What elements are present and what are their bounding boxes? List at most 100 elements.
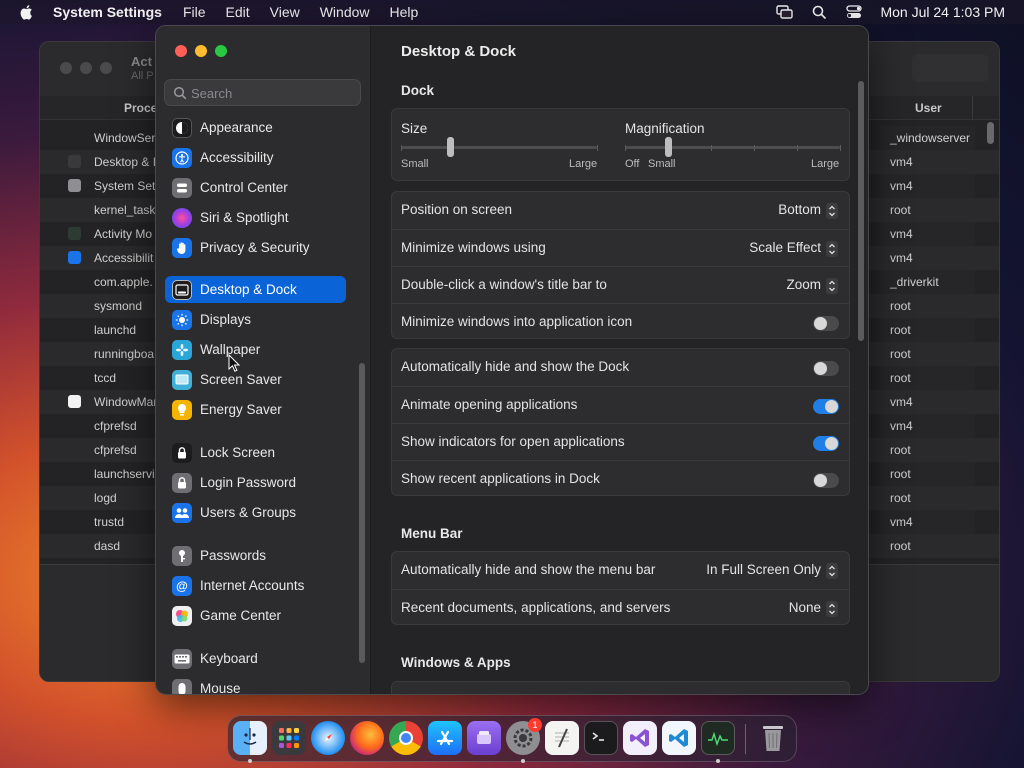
maximize-button[interactable] xyxy=(215,45,227,57)
sidebar-item-label: Appearance xyxy=(200,120,273,135)
menubar-autohide-stepper[interactable] xyxy=(826,563,838,579)
position-popup-stepper[interactable] xyxy=(826,203,838,219)
sidebar-item-wallpaper[interactable]: Wallpaper xyxy=(165,336,346,363)
app-store-icon[interactable] xyxy=(428,721,462,755)
show-indicators-toggle[interactable] xyxy=(813,436,839,451)
sidebar-scrollbar[interactable] xyxy=(359,363,365,663)
sidebar-item-login-password[interactable]: Login Password xyxy=(165,469,346,496)
menubar-autohide-row[interactable]: Automatically hide and show the menu bar… xyxy=(392,552,849,589)
sidebar-item-accessibility[interactable]: Accessibility xyxy=(165,144,346,171)
minimize-into-icon-toggle[interactable] xyxy=(813,316,839,331)
sidebar-item-desktop-dock[interactable]: Desktop & Dock xyxy=(165,276,346,303)
sidebar-item-keyboard[interactable]: Keyboard xyxy=(165,645,346,672)
sidebar-item-lock-screen[interactable]: Lock Screen xyxy=(165,439,346,466)
game-center-icon xyxy=(172,605,192,626)
sidebar-item-appearance[interactable]: Appearance xyxy=(165,114,346,141)
double-click-popup-stepper[interactable] xyxy=(826,278,838,294)
recent-documents-row[interactable]: Recent documents, applications, and serv… xyxy=(392,589,849,626)
animate-opening-toggle[interactable] xyxy=(813,399,839,414)
double-click-value[interactable]: Zoom xyxy=(786,277,821,292)
menu-help[interactable]: Help xyxy=(390,4,419,20)
minimize-popup-stepper[interactable] xyxy=(826,241,838,257)
apple-menu-icon[interactable] xyxy=(18,3,36,21)
minimize-using-value[interactable]: Scale Effect xyxy=(749,240,821,255)
animate-opening-row: Animate opening applications xyxy=(392,386,849,423)
magnification-slider-track[interactable] xyxy=(625,146,840,149)
finder-icon[interactable] xyxy=(233,721,267,755)
process-name: Activity Mo xyxy=(94,227,153,241)
spotlight-search-icon[interactable] xyxy=(810,4,828,20)
menubar-autohide-value[interactable]: In Full Screen Only xyxy=(706,562,821,577)
process-user: vm4 xyxy=(890,395,913,409)
menu-window[interactable]: Window xyxy=(320,4,370,20)
trash-icon[interactable] xyxy=(756,721,790,755)
size-slider-track[interactable] xyxy=(401,146,597,149)
firefox-icon[interactable] xyxy=(350,721,384,755)
minimize-button[interactable] xyxy=(195,45,207,57)
autohide-dock-toggle[interactable] xyxy=(813,361,839,376)
system-settings-running-indicator xyxy=(521,759,525,763)
textedit-icon[interactable] xyxy=(545,721,579,755)
recent-documents-value[interactable]: None xyxy=(789,600,821,615)
recent-documents-stepper[interactable] xyxy=(826,601,838,617)
app-menu-system-settings[interactable]: System Settings xyxy=(53,4,162,20)
sidebar-item-users-groups[interactable]: Users & Groups xyxy=(165,499,346,526)
terminal-icon[interactable] xyxy=(584,721,618,755)
am-minimize-button[interactable] xyxy=(80,62,92,74)
search-input[interactable] xyxy=(191,84,351,102)
magnification-label: Magnification xyxy=(625,121,705,136)
magnification-slider-thumb[interactable] xyxy=(665,137,672,157)
am-column-user[interactable]: User xyxy=(915,101,942,115)
sidebar-item-privacy-security[interactable]: Privacy & Security xyxy=(165,234,346,261)
control-center-menubar-icon[interactable] xyxy=(845,4,863,20)
am-close-button[interactable] xyxy=(60,62,72,74)
sidebar-item-screen-saver[interactable]: Screen Saver xyxy=(165,366,346,393)
screen-mirroring-icon[interactable] xyxy=(775,4,793,20)
settings-search[interactable] xyxy=(164,79,361,106)
double-click-label: Double-click a window's title bar to xyxy=(401,277,607,292)
am-maximize-button[interactable] xyxy=(100,62,112,74)
am-scrollbar[interactable] xyxy=(987,122,994,144)
sidebar-item-passwords[interactable]: Passwords xyxy=(165,542,346,569)
sidebar-item-game-center[interactable]: Game Center xyxy=(165,602,346,629)
activity-monitor-icon[interactable] xyxy=(701,721,735,755)
minimize-using-row[interactable]: Minimize windows using Scale Effect xyxy=(392,229,849,266)
show-recent-apps-toggle[interactable] xyxy=(813,473,839,488)
process-user: vm4 xyxy=(890,227,913,241)
size-min-label: Small xyxy=(401,158,429,170)
menu-edit[interactable]: Edit xyxy=(226,4,250,20)
chrome-icon[interactable] xyxy=(389,721,423,755)
process-name: com.apple. xyxy=(94,275,153,289)
launchpad-icon[interactable] xyxy=(272,721,306,755)
section-heading-menu-bar: Menu Bar xyxy=(401,526,463,541)
animate-opening-label: Animate opening applications xyxy=(401,397,578,412)
content-scrollbar[interactable] xyxy=(858,81,864,341)
position-on-screen-value[interactable]: Bottom xyxy=(778,202,821,217)
sidebar-item-control-center[interactable]: Control Center xyxy=(165,174,346,201)
am-column-process[interactable]: Proce xyxy=(124,101,157,115)
menubar-clock[interactable]: Mon Jul 24 1:03 PM xyxy=(880,4,1005,20)
toggle-knob xyxy=(814,362,827,375)
sidebar-item-label: Energy Saver xyxy=(200,402,282,417)
double-click-row[interactable]: Double-click a window's title bar to Zoo… xyxy=(392,266,849,303)
menu-file[interactable]: File xyxy=(183,4,206,20)
safari-icon[interactable] xyxy=(311,721,345,755)
visual-studio-icon[interactable] xyxy=(623,721,657,755)
sidebar-item-siri-spotlight[interactable]: Siri & Spotlight xyxy=(165,204,346,231)
process-user: root xyxy=(890,299,911,313)
close-button[interactable] xyxy=(175,45,187,57)
purple-app-icon[interactable] xyxy=(467,721,501,755)
slider-tick xyxy=(797,145,798,151)
menubar-autohide-label: Automatically hide and show the menu bar xyxy=(401,562,656,577)
dock-toggles-group: Automatically hide and show the Dock Ani… xyxy=(391,348,850,496)
size-slider-thumb[interactable] xyxy=(447,137,454,157)
sidebar-item-internet-accounts[interactable]: @ Internet Accounts xyxy=(165,572,346,599)
process-name: tccd xyxy=(94,371,117,385)
position-on-screen-row[interactable]: Position on screen Bottom xyxy=(392,192,849,229)
menu-view[interactable]: View xyxy=(270,4,300,20)
am-search-field[interactable] xyxy=(912,54,988,82)
sidebar-item-displays[interactable]: Displays xyxy=(165,306,346,333)
sidebar-item-mouse[interactable]: Mouse xyxy=(165,675,346,694)
sidebar-item-energy-saver[interactable]: Energy Saver xyxy=(165,396,346,423)
vscode-icon[interactable] xyxy=(662,721,696,755)
